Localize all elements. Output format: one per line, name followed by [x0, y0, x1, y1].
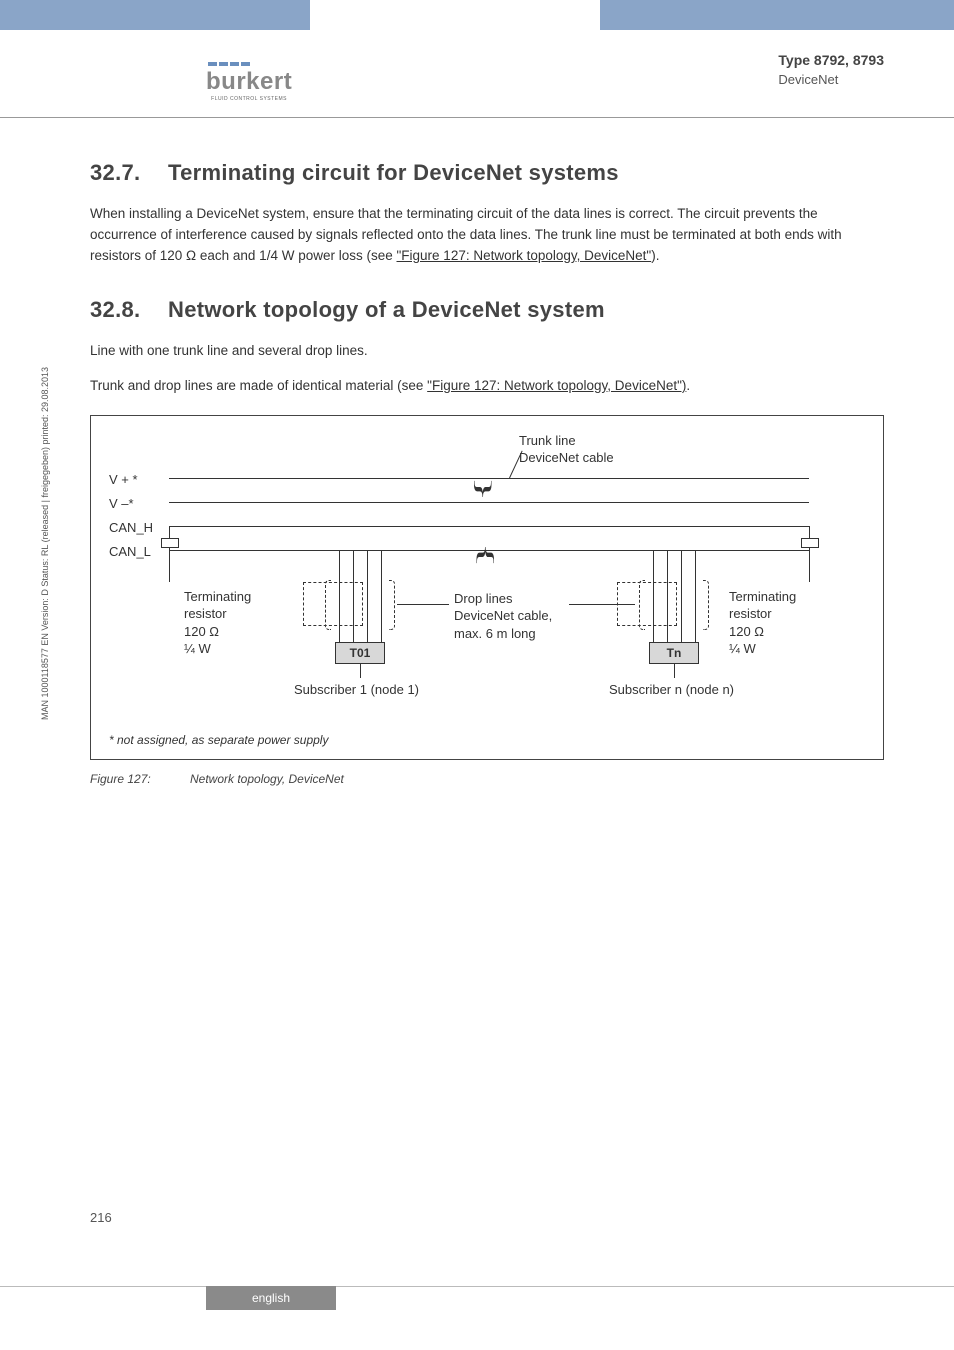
text: 120 Ω — [184, 623, 251, 641]
header-accent-left — [0, 0, 310, 30]
text: 120 Ω — [729, 623, 796, 641]
text: resistor — [729, 605, 796, 623]
section-title: Network topology of a DeviceNet system — [168, 297, 605, 322]
lead — [809, 558, 810, 582]
content: 32.7.Terminating circuit for DeviceNet s… — [90, 160, 884, 786]
brace-icon: } — [472, 542, 497, 568]
text: ¼ W — [729, 640, 796, 658]
text: ). — [651, 248, 659, 263]
page-number: 216 — [90, 1210, 112, 1225]
brace-icon: } — [472, 476, 497, 502]
section-327-body: When installing a DeviceNet system, ensu… — [90, 204, 884, 267]
footer-language: english — [206, 1286, 336, 1310]
diagram: Trunk line DeviceNet cable V + * V –* CA… — [109, 438, 865, 713]
text: Terminating — [184, 588, 251, 606]
node-box-tn: Tn — [649, 642, 699, 664]
node-label: Tn — [667, 646, 682, 660]
figure-number: Figure 127: — [90, 772, 190, 786]
bus-line — [169, 526, 809, 527]
logo-subtext: FLUID CONTROL SYSTEMS — [211, 96, 287, 102]
figure-footnote: * not assigned, as separate power supply — [109, 733, 865, 747]
text: Terminating — [729, 588, 796, 606]
brace — [389, 580, 395, 630]
figure-link[interactable]: "Figure 127: Network topology, DeviceNet… — [397, 248, 652, 263]
signal-labels: V + * V –* CAN_H CAN_L — [109, 468, 153, 564]
lead — [169, 558, 170, 582]
section-heading-327: 32.7.Terminating circuit for DeviceNet s… — [90, 160, 884, 186]
drop-bracket — [303, 582, 363, 626]
page-header: burkert FLUID CONTROL SYSTEMS Type 8792,… — [0, 46, 954, 118]
brace — [703, 580, 709, 630]
drop-line — [695, 550, 696, 642]
text: Drop lines — [454, 590, 552, 608]
brace — [639, 580, 645, 630]
text: . — [686, 378, 690, 393]
drop-line — [681, 550, 682, 642]
leader-line — [397, 604, 449, 605]
text: max. 6 m long — [454, 625, 552, 643]
terminator-label-left: Terminating resistor 120 Ω ¼ W — [184, 588, 251, 658]
drop-line — [381, 550, 382, 642]
drop-line — [367, 550, 368, 642]
node-label: T01 — [350, 646, 371, 660]
lead — [360, 664, 361, 678]
label-canl: CAN_L — [109, 540, 153, 564]
footer-rule — [0, 1286, 954, 1287]
section-328-p2: Trunk and drop lines are made of identic… — [90, 376, 884, 397]
text: Trunk and drop lines are made of identic… — [90, 378, 427, 393]
label-vminus: V –* — [109, 492, 153, 516]
figure-link[interactable]: "Figure 127: Network topology, DeviceNet… — [427, 378, 686, 393]
section-heading-328: 32.8.Network topology of a DeviceNet sys… — [90, 297, 884, 323]
node-box-t01: T01 — [335, 642, 385, 664]
logo-text: burkert — [206, 68, 292, 96]
section-num: 32.7. — [90, 160, 168, 186]
doc-subtitle: DeviceNet — [778, 72, 884, 87]
label-vplus: V + * — [109, 468, 153, 492]
resistor-icon — [161, 538, 179, 548]
side-metadata: MAN 1000118577 EN Version: D Status: RL … — [40, 367, 50, 720]
leader-line — [569, 604, 635, 605]
terminator-label-right: Terminating resistor 120 Ω ¼ W — [729, 588, 796, 658]
text: Trunk line — [519, 433, 614, 450]
text: DeviceNet cable, — [454, 607, 552, 625]
text: ¼ W — [184, 640, 251, 658]
doc-type: Type 8792, 8793 — [778, 52, 884, 68]
resistor-icon — [801, 538, 819, 548]
section-title: Terminating circuit for DeviceNet system… — [168, 160, 619, 185]
text: resistor — [184, 605, 251, 623]
logo: burkert FLUID CONTROL SYSTEMS — [206, 62, 292, 102]
drop-label: Drop lines DeviceNet cable, max. 6 m lon… — [454, 590, 552, 643]
lead — [674, 664, 675, 678]
figure-127: Trunk line DeviceNet cable V + * V –* CA… — [90, 415, 884, 760]
section-num: 32.8. — [90, 297, 168, 323]
trunk-label: Trunk line DeviceNet cable — [519, 433, 614, 467]
header-accent-right — [600, 0, 954, 30]
subscriber-label-1: Subscriber 1 (node 1) — [294, 682, 419, 697]
section-328-p1: Line with one trunk line and several dro… — [90, 341, 884, 362]
figure-title: Network topology, DeviceNet — [190, 772, 344, 786]
subscriber-label-n: Subscriber n (node n) — [609, 682, 734, 697]
label-canh: CAN_H — [109, 516, 153, 540]
text: DeviceNet cable — [519, 450, 614, 467]
brace — [325, 580, 331, 630]
figure-caption: Figure 127:Network topology, DeviceNet — [90, 772, 884, 786]
